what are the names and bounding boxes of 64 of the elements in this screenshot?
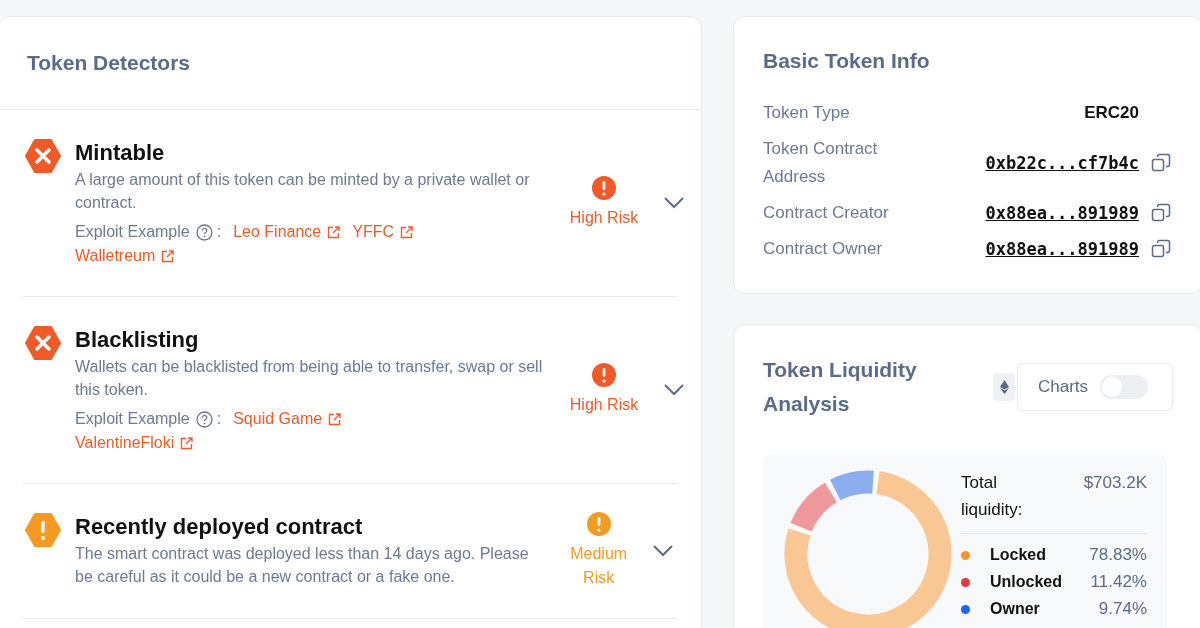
detector-title: Recently deployed contract	[75, 513, 364, 541]
toggle-label: Charts	[1038, 376, 1089, 397]
external-link-icon	[161, 249, 175, 263]
risk-level: High Risk	[568, 208, 640, 228]
card-title: Token Liquidity Analysis	[763, 356, 918, 417]
network-button[interactable]	[993, 372, 1015, 401]
legend-value: 78.83%	[1089, 545, 1147, 565]
exclamation-circle-icon	[592, 176, 616, 200]
copy-icon	[1151, 202, 1171, 223]
info-label: Token Contract Address	[763, 137, 879, 188]
ethereum-icon	[999, 379, 1009, 394]
legend-value: 11.42%	[1090, 572, 1147, 592]
legend-name: Owner	[990, 600, 1041, 618]
copy-button[interactable]	[1151, 238, 1171, 259]
card-title: Token Detectors	[27, 50, 190, 77]
exploit-link[interactable]: YFFC	[352, 220, 413, 244]
info-label: Contract Owner	[763, 237, 884, 260]
exploit-label: Exploit Example	[75, 409, 190, 429]
help-icon[interactable]	[195, 410, 213, 428]
legend-name: Unlocked	[990, 573, 1063, 591]
external-link-icon	[327, 225, 341, 239]
copy-button[interactable]	[1151, 152, 1171, 173]
detector-description: A large amount of this token can be minted by a private wallet or contract.	[75, 170, 531, 213]
help-icon[interactable]	[195, 223, 213, 241]
card-title: Basic Token Info	[763, 48, 931, 74]
hexagon-x-icon	[25, 325, 61, 361]
colon: :	[216, 409, 222, 429]
detector-description: Wallets can be blacklisted from being able to transfer, swap or sell this token.	[75, 357, 544, 400]
risk-level: Medium Risk	[569, 544, 629, 588]
total-value: $703.2K	[1083, 471, 1147, 494]
hexagon-exclamation-icon	[25, 512, 61, 548]
detector-title: Mintable	[75, 139, 166, 167]
detector-title: Blacklisting	[75, 326, 200, 354]
risk-level: High Risk	[568, 395, 640, 415]
copy-icon	[1151, 152, 1171, 173]
exploit-label: Exploit Example	[75, 222, 190, 242]
expand-button[interactable]	[663, 196, 685, 210]
copy-icon	[1151, 238, 1171, 259]
colon: :	[216, 222, 222, 242]
exploit-link[interactable]: ValentineFloki	[75, 431, 194, 455]
address-link[interactable]: 0x88ea...891989	[943, 238, 1139, 259]
exclamation-circle-icon	[586, 512, 611, 536]
exploit-link[interactable]: Leo Finance	[233, 220, 341, 244]
info-label: Contract Creator	[763, 201, 890, 224]
legend-name: Locked	[990, 546, 1047, 564]
info-value: ERC20	[1083, 102, 1139, 123]
hexagon-x-icon	[25, 138, 61, 174]
external-link-icon	[180, 436, 194, 450]
exclamation-circle-icon	[592, 363, 616, 387]
detector-description: The smart contract was deployed less than 14 days ago. Please be careful as it could be a new contract or a fake one.	[75, 544, 530, 587]
expand-button[interactable]	[663, 383, 685, 397]
chevron-icon	[663, 383, 685, 397]
external-link-icon	[400, 225, 413, 239]
copy-button[interactable]	[1151, 202, 1171, 223]
chevron-icon	[652, 544, 675, 558]
legend-value: 9.74%	[1098, 599, 1147, 619]
address-link[interactable]: 0xb22c...cf7b4c	[943, 152, 1139, 173]
external-link-icon	[328, 412, 342, 426]
address-link[interactable]: 0x88ea...891989	[943, 202, 1139, 223]
total-label: Total liquidity:	[961, 471, 1024, 521]
info-label: Token Type	[763, 101, 851, 124]
exploit-link[interactable]: Walletreum	[75, 244, 175, 268]
chevron-icon	[663, 196, 685, 210]
exploit-link[interactable]: Squid Game	[233, 407, 342, 431]
